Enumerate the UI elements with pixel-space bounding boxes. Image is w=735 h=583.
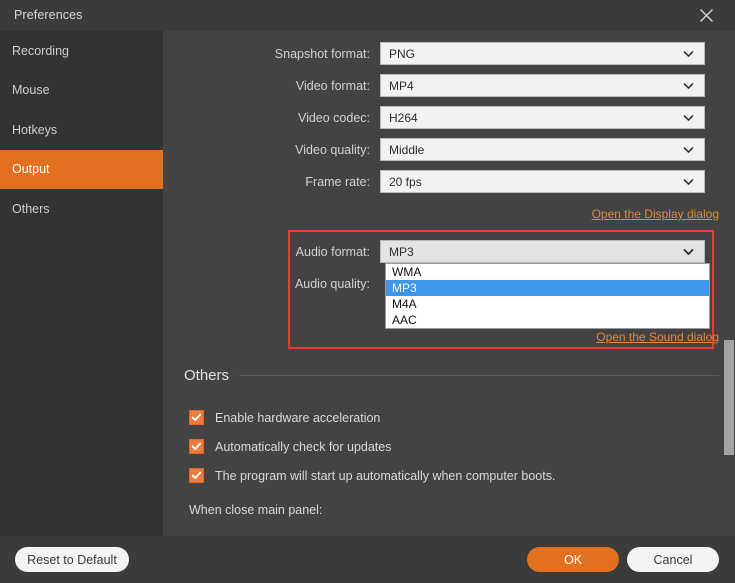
- checkbox-startup-with-computer[interactable]: The program will start up automatically …: [189, 468, 555, 483]
- sidebar-item-label: Recording: [12, 44, 69, 58]
- video-format-select[interactable]: MP4: [380, 74, 705, 97]
- video-format-value: MP4: [389, 79, 414, 93]
- checkbox-label: Enable hardware acceleration: [215, 411, 380, 425]
- video-quality-label: Video quality:: [163, 143, 380, 157]
- chevron-down-icon: [682, 175, 695, 188]
- check-icon: [189, 439, 204, 454]
- field-audio-format: Audio format: MP3: [163, 240, 719, 263]
- video-codec-select[interactable]: H264: [380, 106, 705, 129]
- field-frame-rate: Frame rate: 20 fps: [163, 170, 719, 193]
- sidebar-item-label: Hotkeys: [12, 123, 57, 137]
- sidebar: Recording Mouse Hotkeys Output Others: [0, 31, 163, 536]
- open-sound-dialog-link[interactable]: Open the Sound dialog: [596, 330, 719, 344]
- sidebar-item-label: Output: [12, 162, 50, 176]
- output-settings-panel: Snapshot format: PNG Video format: MP4 V…: [163, 31, 735, 536]
- check-icon: [189, 468, 204, 483]
- audio-format-value: MP3: [389, 245, 414, 259]
- field-video-quality: Video quality: Middle: [163, 138, 719, 161]
- cancel-button[interactable]: Cancel: [627, 547, 719, 572]
- audio-quality-label: Audio quality:: [163, 277, 380, 291]
- sidebar-item-label: Mouse: [12, 83, 50, 97]
- checkbox-label: The program will start up automatically …: [215, 469, 555, 483]
- window-title: Preferences: [14, 8, 83, 22]
- others-section-header: Others: [184, 367, 719, 384]
- preferences-window: Preferences Recording Mouse Hotkeys Outp…: [0, 0, 735, 583]
- close-main-panel-label: When close main panel:: [189, 503, 322, 517]
- field-snapshot-format: Snapshot format: PNG: [163, 42, 719, 65]
- chevron-down-icon: [682, 79, 695, 92]
- chevron-down-icon: [682, 143, 695, 156]
- checkbox-label: Automatically check for updates: [215, 440, 391, 454]
- title-bar: Preferences: [0, 0, 735, 31]
- checkbox-auto-check-updates[interactable]: Automatically check for updates: [189, 439, 391, 454]
- video-quality-select[interactable]: Middle: [380, 138, 705, 161]
- open-display-dialog-link[interactable]: Open the Display dialog: [592, 207, 719, 221]
- frame-rate-value: 20 fps: [389, 175, 422, 189]
- content-scrollbar-thumb[interactable]: [724, 340, 734, 455]
- audio-format-dropdown-list[interactable]: WMA MP3 M4A AAC: [385, 263, 710, 329]
- dropdown-option-wma[interactable]: WMA: [386, 264, 709, 280]
- audio-format-select[interactable]: MP3: [380, 240, 705, 263]
- content-scrollbar-track[interactable]: [723, 31, 735, 536]
- close-icon[interactable]: [685, 0, 727, 31]
- chevron-down-icon: [682, 47, 695, 60]
- sidebar-item-recording[interactable]: Recording: [0, 31, 163, 71]
- frame-rate-select[interactable]: 20 fps: [380, 170, 705, 193]
- frame-rate-label: Frame rate:: [163, 175, 380, 189]
- snapshot-format-select[interactable]: PNG: [380, 42, 705, 65]
- ok-button[interactable]: OK: [527, 547, 619, 572]
- sidebar-item-label: Others: [12, 202, 50, 216]
- reset-to-default-button[interactable]: Reset to Default: [15, 547, 129, 572]
- checkbox-enable-hardware-acceleration[interactable]: Enable hardware acceleration: [189, 410, 380, 425]
- chevron-down-icon: [682, 111, 695, 124]
- sidebar-item-hotkeys[interactable]: Hotkeys: [0, 110, 163, 150]
- check-icon: [189, 410, 204, 425]
- footer-bar: Reset to Default OK Cancel: [0, 536, 735, 583]
- video-codec-value: H264: [389, 111, 418, 125]
- sidebar-item-others[interactable]: Others: [0, 189, 163, 229]
- field-video-format: Video format: MP4: [163, 74, 719, 97]
- sidebar-item-output[interactable]: Output: [0, 150, 163, 190]
- video-codec-label: Video codec:: [163, 111, 380, 125]
- video-format-label: Video format:: [163, 79, 380, 93]
- video-quality-value: Middle: [389, 143, 424, 157]
- others-section-title: Others: [184, 367, 239, 384]
- dropdown-option-m4a[interactable]: M4A: [386, 296, 709, 312]
- dropdown-option-aac[interactable]: AAC: [386, 312, 709, 328]
- chevron-down-icon: [682, 245, 695, 258]
- audio-format-label: Audio format:: [163, 245, 380, 259]
- snapshot-format-label: Snapshot format:: [163, 47, 380, 61]
- field-video-codec: Video codec: H264: [163, 106, 719, 129]
- snapshot-format-value: PNG: [389, 47, 415, 61]
- sidebar-item-mouse[interactable]: Mouse: [0, 71, 163, 111]
- dropdown-option-mp3[interactable]: MP3: [386, 280, 709, 296]
- section-divider: [239, 375, 719, 376]
